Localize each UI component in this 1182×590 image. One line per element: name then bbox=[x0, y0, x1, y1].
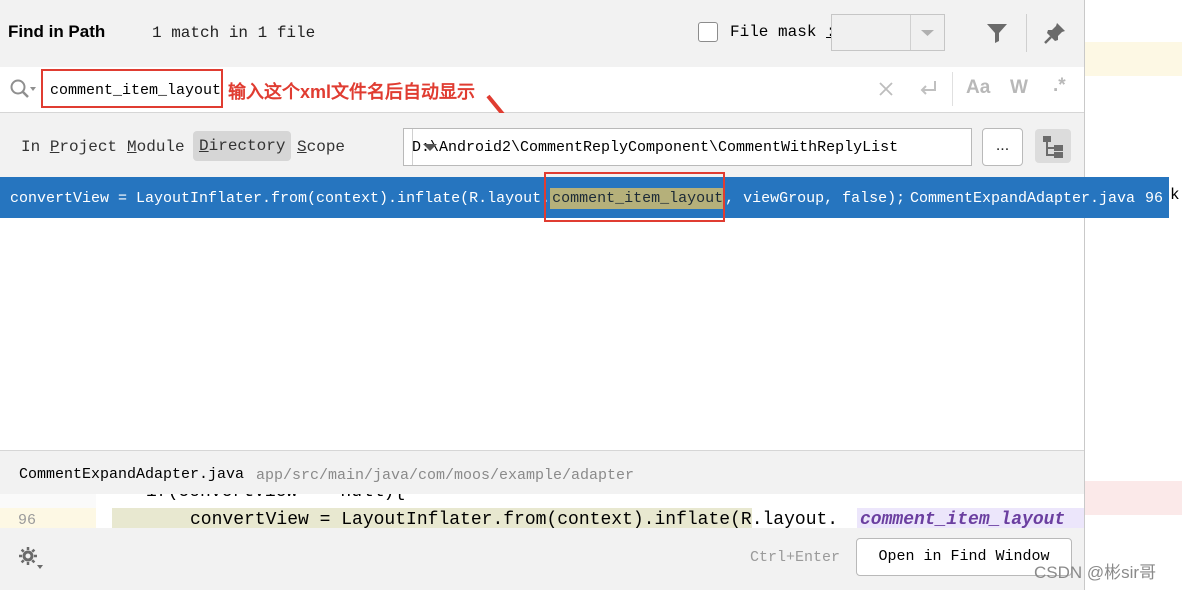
settings-gear-icon[interactable] bbox=[17, 545, 45, 576]
directory-path: D:\Android2\CommentReplyComponent\Commen… bbox=[412, 139, 899, 156]
line-number: 96 bbox=[18, 512, 37, 528]
shortcut-hint: Ctrl+Enter bbox=[750, 549, 841, 566]
search-input[interactable]: comment_item_layout bbox=[41, 69, 223, 108]
current-line-gutter bbox=[0, 508, 96, 528]
preview-file-name: CommentExpandAdapter.java bbox=[19, 466, 245, 483]
match-case-toggle[interactable]: Aa bbox=[966, 77, 990, 99]
red-annotation-text: 输入这个xml文件名后自动显示 bbox=[228, 82, 476, 102]
line-number: 95 bbox=[18, 494, 36, 499]
code-preview: 95 96 if(convertView == null){ convertVi… bbox=[0, 494, 1084, 528]
red-highlight-box bbox=[544, 172, 725, 222]
find-in-path-dialog: Find in Path 1 match in 1 file File mask… bbox=[0, 0, 1085, 590]
file-mask-label: File mask : bbox=[730, 23, 836, 41]
result-line-number: 96 bbox=[1145, 190, 1164, 207]
code-match: comment_item_layout bbox=[860, 510, 1066, 528]
background-editor-highlight-pink bbox=[1085, 481, 1182, 515]
tab-scope[interactable]: Scope bbox=[297, 138, 345, 156]
pin-icon[interactable] bbox=[1042, 20, 1068, 51]
background-text-fragment: k bbox=[1170, 186, 1180, 204]
results-empty-area bbox=[0, 218, 1084, 450]
tab-in-project[interactable]: In Project bbox=[21, 138, 117, 156]
dialog-title: Find in Path bbox=[8, 22, 106, 41]
search-query: comment_item_layout bbox=[50, 82, 222, 99]
file-mask-combo[interactable] bbox=[831, 14, 945, 51]
filter-icon[interactable] bbox=[984, 20, 1010, 51]
search-separator bbox=[952, 72, 953, 106]
clear-icon[interactable] bbox=[877, 80, 895, 103]
chevron-down-icon[interactable] bbox=[412, 129, 447, 165]
code-line: if(convertView == null){ bbox=[146, 494, 405, 502]
chevron-down-icon[interactable] bbox=[910, 15, 944, 50]
file-mask-checkbox[interactable] bbox=[698, 22, 718, 42]
result-code: convertView = LayoutInflater.from(contex… bbox=[10, 188, 906, 209]
code-line: convertView = LayoutInflater.from(contex… bbox=[190, 510, 839, 528]
search-history-icon[interactable] bbox=[9, 78, 37, 105]
new-line-icon[interactable] bbox=[917, 78, 939, 105]
words-toggle[interactable]: W bbox=[1010, 77, 1028, 99]
recursive-tree-icon[interactable] bbox=[1035, 129, 1071, 163]
watermark: CSDN @彬sir哥 bbox=[1034, 563, 1157, 582]
tab-module[interactable]: Module bbox=[127, 138, 185, 156]
tab-directory[interactable]: Directory bbox=[193, 131, 292, 161]
preview-file-path: app/src/main/java/com/moos/example/adapt… bbox=[256, 467, 635, 484]
match-count: 1 match in 1 file bbox=[152, 24, 316, 42]
directory-path-combo[interactable]: D:\Android2\CommentReplyComponent\Commen… bbox=[403, 128, 972, 166]
regex-toggle[interactable]: .* bbox=[1053, 75, 1066, 97]
browse-button[interactable]: ... bbox=[982, 128, 1023, 166]
result-file: CommentExpandAdapter.java bbox=[910, 190, 1136, 207]
background-editor-highlight bbox=[1085, 42, 1182, 76]
toolbar-separator bbox=[1026, 14, 1027, 52]
